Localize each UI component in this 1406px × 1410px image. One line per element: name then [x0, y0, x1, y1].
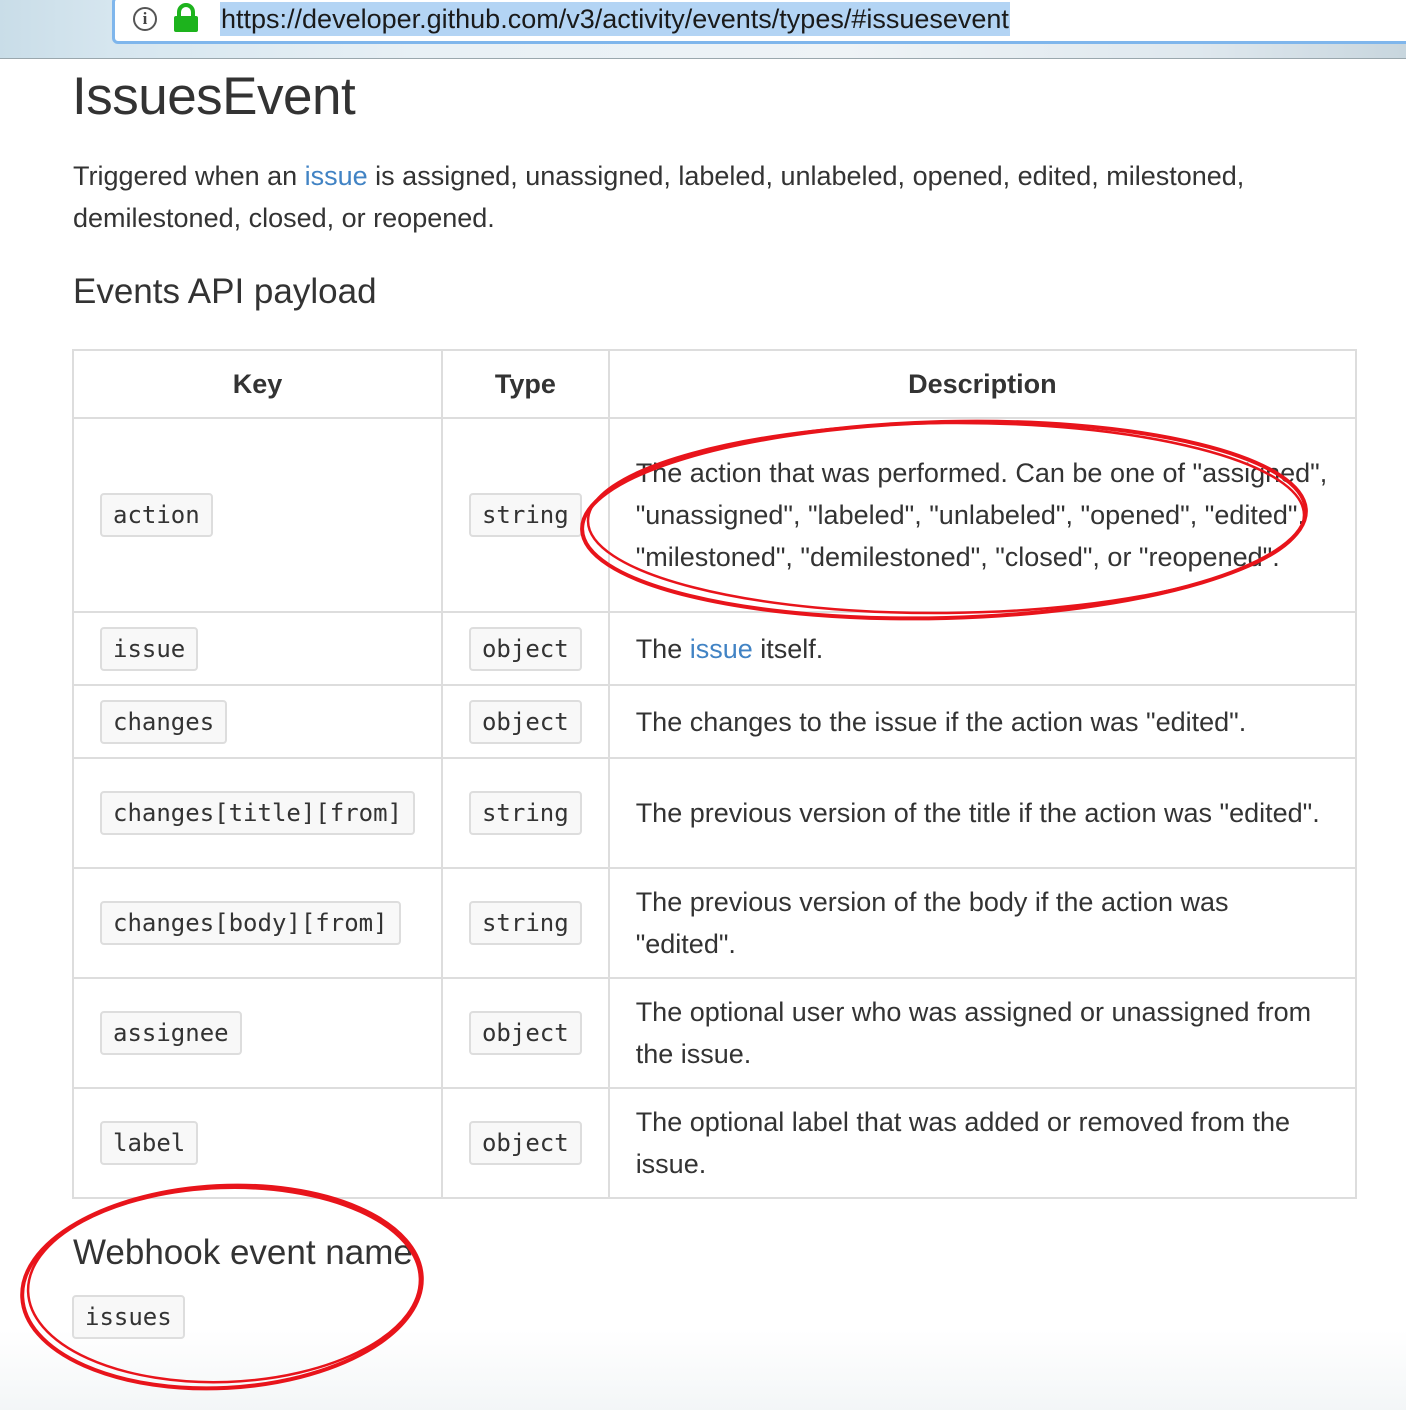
- key-code: changes[body][from]: [100, 901, 401, 945]
- page-title: IssuesEvent: [72, 67, 356, 126]
- description-cell: The action that was performed. Can be on…: [607, 417, 1358, 613]
- description-cell: The optional label that was added or rem…: [607, 1087, 1358, 1199]
- payload-table: Key Type Description action string The a…: [72, 349, 1358, 1199]
- intro-paragraph: Triggered when an issue is assigned, una…: [73, 161, 1245, 233]
- type-code: string: [468, 493, 582, 537]
- header-type: Type: [440, 349, 610, 419]
- key-code: assignee: [100, 1011, 242, 1055]
- type-code: object: [468, 699, 582, 744]
- type-code: string: [468, 901, 582, 945]
- payload-heading: Events API payload: [73, 272, 377, 311]
- address-bar[interactable]: i https://developer.github.com/v3/activi…: [112, 0, 1406, 44]
- key-code: changes: [100, 699, 228, 744]
- description-cell: The previous version of the body if the …: [607, 867, 1358, 979]
- type-code: object: [468, 1121, 582, 1165]
- header-key: Key: [72, 349, 443, 419]
- url-text[interactable]: https://developer.github.com/v3/activity…: [220, 2, 1010, 36]
- description-cell: The optional user who was assigned or un…: [607, 977, 1358, 1089]
- type-code: string: [468, 791, 582, 835]
- key-code: action: [100, 493, 213, 537]
- description-cell: The changes to the issue if the action w…: [607, 684, 1358, 759]
- browser-toolbar: i https://developer.github.com/v3/activi…: [0, 0, 1406, 59]
- annotation-circle-webhook: [20, 1183, 424, 1391]
- table-row: changes[body][from] string The previous …: [72, 867, 1358, 979]
- webhook-event-name: issues: [72, 1295, 185, 1339]
- description-cell: The previous version of the title if the…: [607, 757, 1358, 869]
- table-row: changes object The changes to the issue …: [72, 684, 1358, 759]
- webhook-heading: Webhook event name: [73, 1233, 413, 1272]
- key-code: issue: [100, 626, 199, 671]
- table-row: changes[title][from] string The previous…: [72, 757, 1358, 869]
- bottom-fade: [0, 1330, 1406, 1410]
- info-icon[interactable]: i: [133, 7, 157, 31]
- table-row: action string The action that was perfor…: [72, 417, 1358, 613]
- issue-link[interactable]: issue: [305, 161, 368, 191]
- lock-icon[interactable]: [172, 3, 200, 33]
- key-code: changes[title][from]: [100, 791, 415, 835]
- table-row: label object The optional label that was…: [72, 1087, 1358, 1199]
- table-row: issue object The issue itself.: [72, 611, 1358, 686]
- table-row: assignee object The optional user who wa…: [72, 977, 1358, 1089]
- key-code: label: [100, 1121, 199, 1165]
- description-cell: The issue itself.: [607, 611, 1358, 686]
- issue-link[interactable]: issue: [690, 634, 753, 664]
- type-code: object: [468, 626, 582, 671]
- type-code: object: [468, 1011, 582, 1055]
- header-description: Description: [607, 349, 1358, 419]
- table-header-row: Key Type Description: [72, 349, 1358, 419]
